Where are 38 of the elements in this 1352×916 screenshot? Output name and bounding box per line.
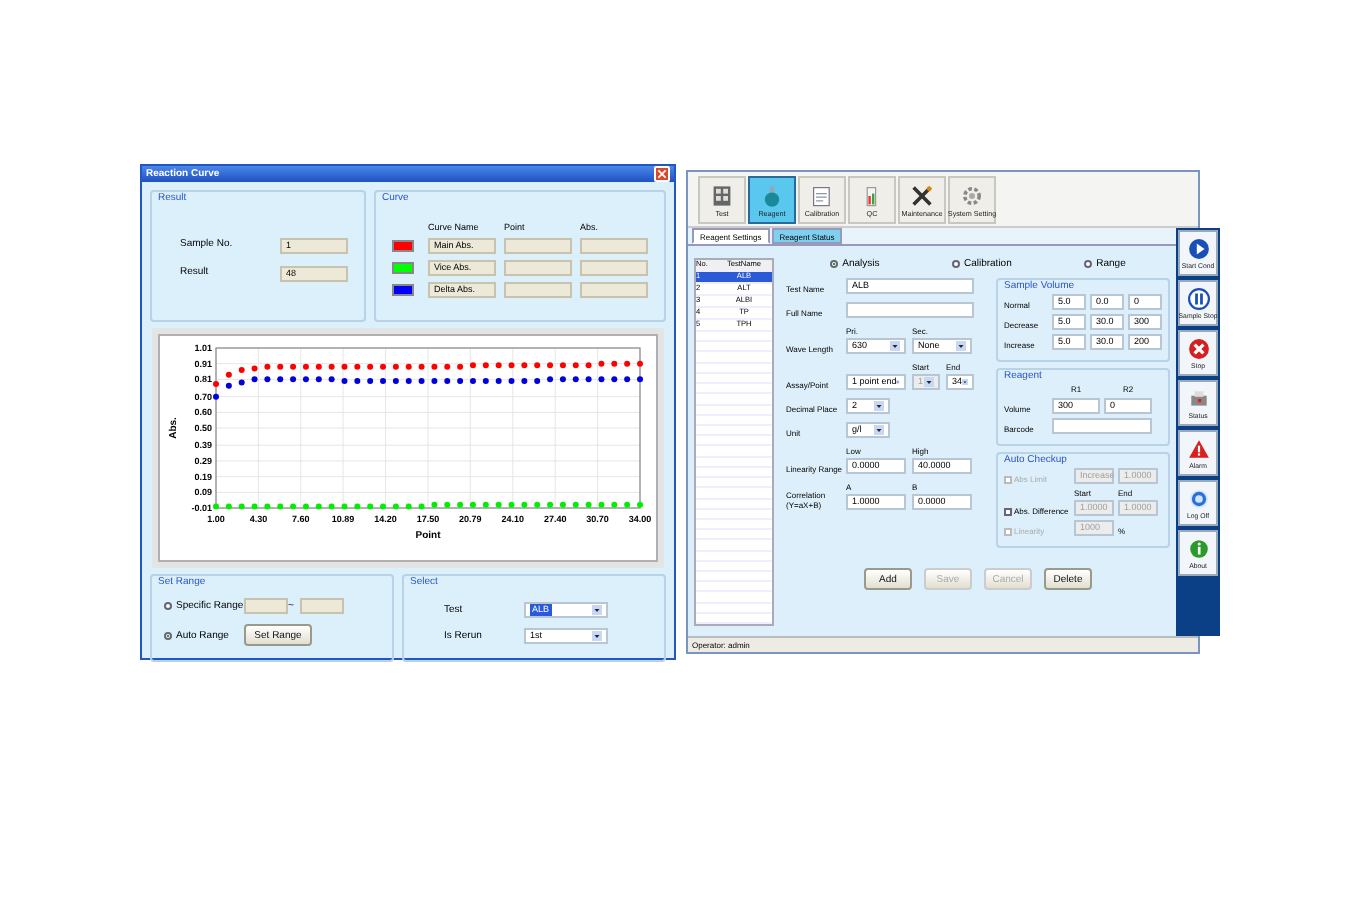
refresh-icon	[1187, 487, 1209, 509]
caret-icon	[874, 424, 884, 436]
caret-icon	[956, 340, 966, 352]
caret-icon	[592, 603, 602, 615]
radio-button[interactable]	[830, 260, 839, 268]
radio-button[interactable]	[951, 260, 960, 268]
grid-icon	[710, 183, 734, 207]
radio-button[interactable]	[1084, 260, 1093, 268]
caret-icon	[924, 376, 934, 388]
text-field[interactable]	[580, 260, 648, 276]
play-icon	[1187, 237, 1209, 259]
text-field[interactable]	[300, 598, 344, 614]
text-field[interactable]	[1052, 418, 1152, 434]
warning-icon	[1187, 437, 1209, 459]
close-icon	[656, 168, 668, 180]
text-field[interactable]	[244, 598, 288, 614]
text-field[interactable]	[504, 282, 572, 298]
caret-icon	[874, 400, 884, 412]
gear-icon	[960, 183, 984, 207]
document-icon	[810, 183, 834, 207]
text-field[interactable]	[504, 238, 572, 254]
text-field[interactable]	[580, 282, 648, 298]
pause-icon	[1187, 287, 1209, 309]
text-field[interactable]	[504, 260, 572, 276]
caret-icon	[962, 376, 968, 388]
text-field[interactable]	[580, 238, 648, 254]
caret-icon	[890, 340, 900, 352]
radio-button[interactable]	[164, 631, 172, 639]
tools-icon	[910, 183, 934, 207]
text-field[interactable]	[846, 302, 974, 318]
flask-icon	[760, 183, 784, 207]
close-button[interactable]	[654, 166, 670, 182]
caret-icon	[592, 629, 602, 641]
stop-icon	[1187, 337, 1209, 359]
info-icon	[1187, 537, 1209, 559]
printer-icon	[1187, 387, 1209, 409]
checkbox[interactable]	[1004, 507, 1012, 515]
radio-button[interactable]	[164, 602, 172, 610]
